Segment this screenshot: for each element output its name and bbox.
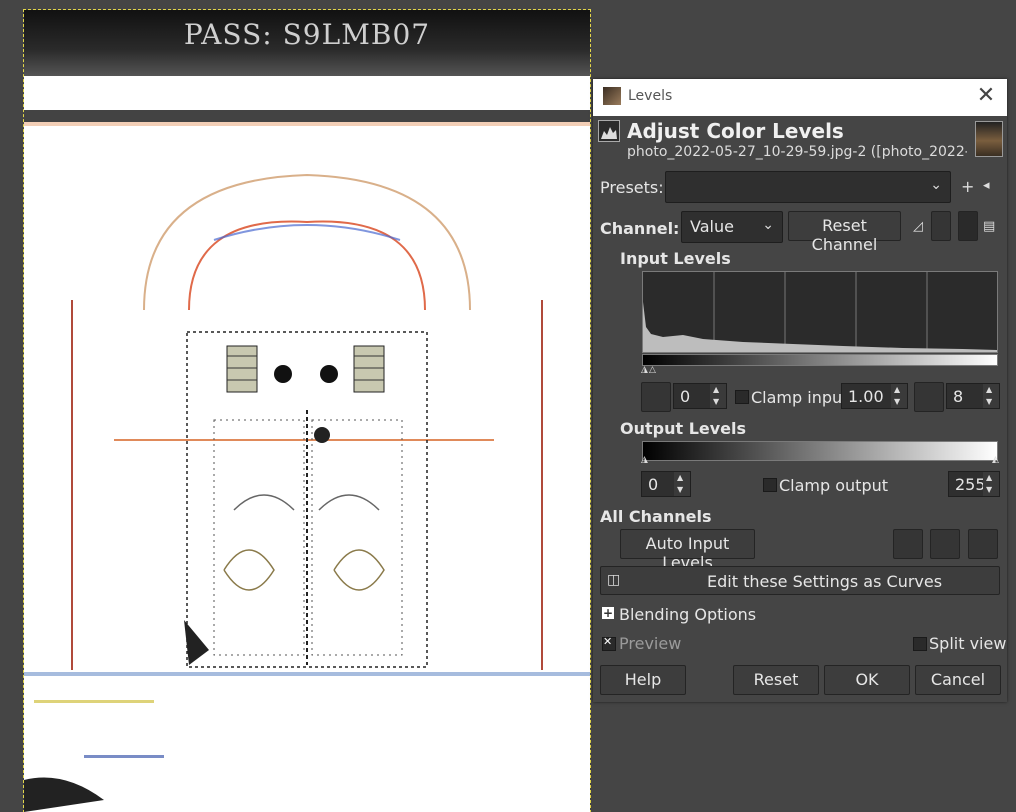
split-view-label: Split view [929, 634, 1007, 653]
edit-as-curves-button[interactable]: ◫ Edit these Settings as Curves [600, 566, 1000, 595]
histogram-log-toggle-icon[interactable]: ▤ [983, 219, 995, 234]
blending-options-label[interactable]: Blending Options [619, 605, 756, 624]
gamma-value: 1.00 [848, 387, 884, 406]
input-gradient[interactable] [642, 354, 998, 366]
channel-dropdown[interactable]: Value ⌄ [681, 211, 783, 243]
pick-black-point-icon[interactable] [641, 382, 671, 412]
chevron-down-icon: ⌄ [762, 217, 774, 233]
output-high-handle[interactable]: ◭ [992, 455, 999, 465]
channel-label: Channel: [600, 219, 680, 238]
add-preset-icon[interactable]: + [961, 177, 974, 196]
dialog-titlebar[interactable]: Levels ✕ [593, 79, 1007, 116]
histogram-plot [643, 272, 997, 352]
dialog-heading: Adjust Color Levels [627, 119, 844, 143]
clamp-output-checkbox[interactable] [763, 478, 777, 492]
input-gamma-handle[interactable]: △ [649, 365, 656, 375]
clamp-input-label: Clamp input [751, 388, 849, 407]
clamp-input-checkbox[interactable] [735, 390, 749, 404]
channel-value: Value [690, 217, 734, 236]
output-high-value: 255 [955, 475, 986, 494]
pick-black-eyedropper-icon[interactable] [893, 529, 923, 559]
reset-button[interactable]: Reset [733, 665, 819, 695]
help-label: Help [624, 670, 662, 689]
histogram [642, 271, 998, 353]
output-low-handle[interactable]: ◮ [641, 455, 648, 465]
split-view-checkbox[interactable] [913, 637, 927, 651]
histogram-linear-toggle-icon[interactable] [958, 211, 978, 241]
output-high-field[interactable]: 255 ▲ ▼ [948, 471, 1000, 497]
output-gradient[interactable] [642, 441, 998, 461]
image-canvas[interactable]: PASS: S9LMB07 [23, 9, 591, 812]
curves-label: Edit these Settings as Curves [707, 572, 943, 591]
reset-channel-button[interactable]: Reset Channel [788, 211, 901, 254]
input-low-handle[interactable]: ◮ [641, 365, 648, 375]
reset-channel-label: Reset Channel [811, 216, 878, 254]
pick-white-point-icon[interactable] [914, 382, 944, 412]
ok-label: OK [855, 670, 879, 689]
levels-dialog: Levels ✕ Adjust Color Levels photo_2022-… [593, 79, 1007, 702]
presets-dropdown[interactable]: ⌄ [665, 171, 951, 203]
input-high-value: 8 [953, 387, 964, 406]
clamp-output-label: Clamp output [779, 476, 889, 495]
window-title: Levels [628, 88, 673, 104]
input-levels-title: Input Levels [620, 249, 731, 268]
gamma-field[interactable]: 1.00 ▲ ▼ [841, 383, 908, 409]
output-low-value: 0 [648, 475, 659, 494]
output-low-field[interactable]: 0 ▲ ▼ [641, 471, 691, 497]
preset-menu-icon[interactable]: ◂ [983, 178, 990, 193]
image-thumbnail [975, 121, 1003, 157]
output-levels-title: Output Levels [620, 419, 747, 438]
ok-button[interactable]: OK [824, 665, 910, 695]
auto-input-levels-button[interactable]: Auto Input Levels [620, 529, 755, 572]
input-high-field[interactable]: 8 ▲ ▼ [946, 383, 1000, 409]
door-photo [24, 110, 590, 812]
help-button[interactable]: Help [600, 665, 686, 695]
all-channels-title: All Channels [600, 507, 712, 526]
image-name: photo_2022-05-27_10-29-59.jpg-2 ([photo_… [627, 144, 967, 160]
chevron-down-icon: ⌄ [930, 177, 942, 193]
preview-label: Preview [619, 634, 682, 653]
pick-white-eyedropper-icon[interactable] [968, 529, 998, 559]
input-low-value: 0 [680, 387, 691, 406]
cancel-label: Cancel [930, 670, 986, 689]
log-histogram-icon[interactable] [931, 211, 951, 241]
curves-icon: ◫ [607, 572, 621, 588]
linear-histogram-icon[interactable]: ◿ [913, 219, 923, 234]
pick-gray-eyedropper-icon[interactable] [930, 529, 960, 559]
presets-label: Presets: [600, 178, 664, 197]
input-low-field[interactable]: 0 ▲ ▼ [673, 383, 727, 409]
levels-icon [598, 120, 620, 142]
reset-label: Reset [753, 670, 799, 689]
cancel-button[interactable]: Cancel [915, 665, 1001, 695]
preview-checkbox[interactable] [602, 635, 616, 651]
close-icon[interactable]: ✕ [973, 83, 999, 109]
expand-plus-icon[interactable]: + [602, 607, 614, 619]
gimp-app-icon [603, 87, 621, 105]
